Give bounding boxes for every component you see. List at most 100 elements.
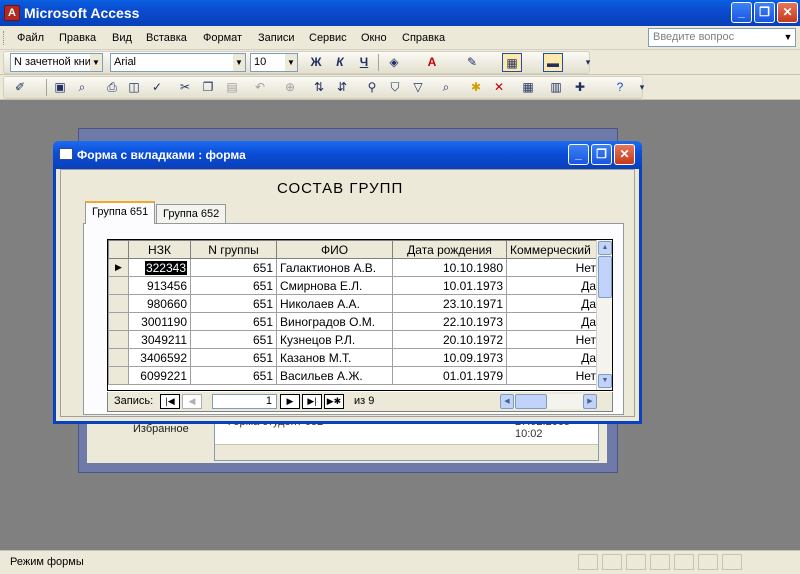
chevron-down-icon[interactable]: ▼ (285, 54, 297, 71)
toolbar-options-icon[interactable]: ▾ (632, 78, 652, 97)
cell-nzk[interactable]: 3406592 (128, 348, 191, 367)
scroll-thumb[interactable] (598, 256, 612, 298)
line-width-icon[interactable]: ▬ (543, 53, 563, 72)
copy-icon[interactable]: ❐ (198, 78, 218, 97)
column-header-commercial[interactable]: Коммерческий (506, 240, 600, 259)
cell-nzk[interactable]: 913456 (128, 276, 191, 295)
cell-group[interactable]: 651 (190, 276, 277, 295)
cell-group[interactable]: 651 (190, 366, 277, 385)
filter-selection-icon[interactable]: ⚲ (362, 78, 382, 97)
cell-commercial[interactable]: Нет (506, 366, 600, 385)
horizontal-scrollbar[interactable]: ◀ ▶ (500, 394, 597, 409)
cell-birth[interactable]: 10.01.1973 (392, 276, 507, 295)
scroll-thumb[interactable] (515, 394, 547, 409)
cell-nzk[interactable]: 980660 (128, 294, 191, 313)
cell-birth[interactable]: 22.10.1973 (392, 312, 507, 331)
bold-button[interactable]: Ж (306, 53, 326, 72)
column-header-group[interactable]: N группы (190, 240, 277, 259)
font-combo[interactable]: Arial ▼ (110, 53, 246, 72)
apply-filter-icon[interactable]: ▽ (408, 78, 428, 97)
current-record-field[interactable]: 1 (212, 394, 277, 409)
font-size-combo[interactable]: 10 ▼ (250, 53, 298, 72)
border-style-icon[interactable]: ▦ (502, 53, 522, 72)
column-header-nzk[interactable]: НЗК (128, 240, 191, 259)
design-view-icon[interactable]: ✐ (10, 78, 30, 97)
cell-group[interactable]: 651 (190, 258, 277, 277)
cell-fio[interactable]: Галактионов А.В. (276, 258, 393, 277)
row-selector[interactable] (108, 294, 129, 313)
menu-file[interactable]: Файл (17, 32, 44, 44)
cell-commercial[interactable]: Да (506, 276, 600, 295)
cell-fio[interactable]: Николаев А.А. (276, 294, 393, 313)
row-selector[interactable] (108, 312, 129, 331)
scroll-down-icon[interactable]: ▼ (598, 374, 612, 388)
chevron-down-icon[interactable]: ▼ (233, 54, 245, 71)
row-selector[interactable] (108, 366, 129, 385)
save-icon[interactable]: ▣ (50, 78, 70, 97)
search-file-icon[interactable]: ⌕ (72, 78, 92, 97)
cell-birth[interactable]: 10.10.1980 (392, 258, 507, 277)
previous-record-button[interactable]: ◀ (182, 394, 202, 409)
menu-view[interactable]: Вид (112, 32, 132, 44)
cell-commercial[interactable]: Нет (506, 330, 600, 349)
italic-button[interactable]: К (330, 53, 350, 72)
menu-insert[interactable]: Вставка (146, 32, 187, 44)
menu-records[interactable]: Записи (258, 32, 295, 44)
cell-birth[interactable]: 01.01.1979 (392, 366, 507, 385)
help-question-input[interactable]: Введите вопрос ▼ (648, 28, 796, 47)
minimize-button[interactable]: _ (731, 2, 752, 23)
cell-birth[interactable]: 23.10.1971 (392, 294, 507, 313)
filter-form-icon[interactable]: ⛉ (385, 78, 405, 97)
hyperlink-icon[interactable]: ⊕ (280, 78, 300, 97)
properties-icon[interactable]: ▦ (518, 78, 538, 97)
cell-fio[interactable]: Васильев А.Ж. (276, 366, 393, 385)
menu-edit[interactable]: Правка (59, 32, 96, 44)
menu-grip[interactable] (3, 31, 6, 45)
chevron-down-icon[interactable]: ▼ (781, 29, 795, 46)
object-combo[interactable]: N зачетной кни ▼ (10, 53, 103, 72)
first-record-button[interactable]: |◀ (160, 394, 180, 409)
cell-commercial[interactable]: Нет (506, 258, 600, 277)
cell-fio[interactable]: Казанов М.Т. (276, 348, 393, 367)
cell-commercial[interactable]: Да (506, 312, 600, 331)
cell-nzk[interactable]: 3049211 (128, 330, 191, 349)
toolbar-options-icon[interactable]: ▾ (578, 53, 598, 72)
underline-button[interactable]: Ч (354, 53, 374, 72)
menu-help[interactable]: Справка (402, 32, 445, 44)
column-header-birth[interactable]: Дата рождения (392, 240, 507, 259)
print-preview-icon[interactable]: ◫ (124, 78, 144, 97)
favorites-group[interactable]: Избранное (133, 423, 189, 435)
cell-commercial[interactable]: Да (506, 294, 600, 313)
sort-descending-icon[interactable]: ⇵ (332, 78, 352, 97)
cell-nzk[interactable]: 3001190 (128, 312, 191, 331)
cut-icon[interactable]: ✂ (175, 78, 195, 97)
delete-record-icon[interactable]: ✕ (489, 78, 509, 97)
cell-birth[interactable]: 10.09.1973 (392, 348, 507, 367)
new-record-icon[interactable]: ✱ (466, 78, 486, 97)
row-selector[interactable] (108, 276, 129, 295)
form-restore-button[interactable]: ❐ (591, 144, 612, 165)
scroll-left-icon[interactable]: ◀ (500, 394, 514, 409)
vertical-scrollbar[interactable]: ▲ ▼ (596, 240, 612, 390)
cell-fio[interactable]: Виноградов О.М. (276, 312, 393, 331)
font-color-icon[interactable]: A (422, 53, 442, 72)
cell-nzk[interactable]: 6099221 (128, 366, 191, 385)
spelling-icon[interactable]: ✓ (147, 78, 167, 97)
form-close-button[interactable]: ✕ (614, 144, 635, 165)
scroll-up-icon[interactable]: ▲ (598, 241, 612, 255)
row-selector-header[interactable] (108, 240, 129, 259)
cell-nzk[interactable]: 322343 (128, 258, 191, 277)
row-selector[interactable] (108, 330, 129, 349)
cell-fio[interactable]: Смирнова Е.Л. (276, 276, 393, 295)
cell-group[interactable]: 651 (190, 330, 277, 349)
cell-group[interactable]: 651 (190, 294, 277, 313)
last-record-button[interactable]: ▶| (302, 394, 322, 409)
tab-group-651[interactable]: Группа 651 (85, 201, 156, 224)
cell-birth[interactable]: 20.10.1972 (392, 330, 507, 349)
tab-group-652[interactable]: Группа 652 (156, 204, 227, 223)
line-color-icon[interactable]: ✎ (462, 53, 482, 72)
cell-commercial[interactable]: Да (506, 348, 600, 367)
print-icon[interactable]: ⎙ (102, 78, 122, 97)
form-minimize-button[interactable]: _ (568, 144, 589, 165)
help-icon[interactable]: ? (610, 78, 630, 97)
